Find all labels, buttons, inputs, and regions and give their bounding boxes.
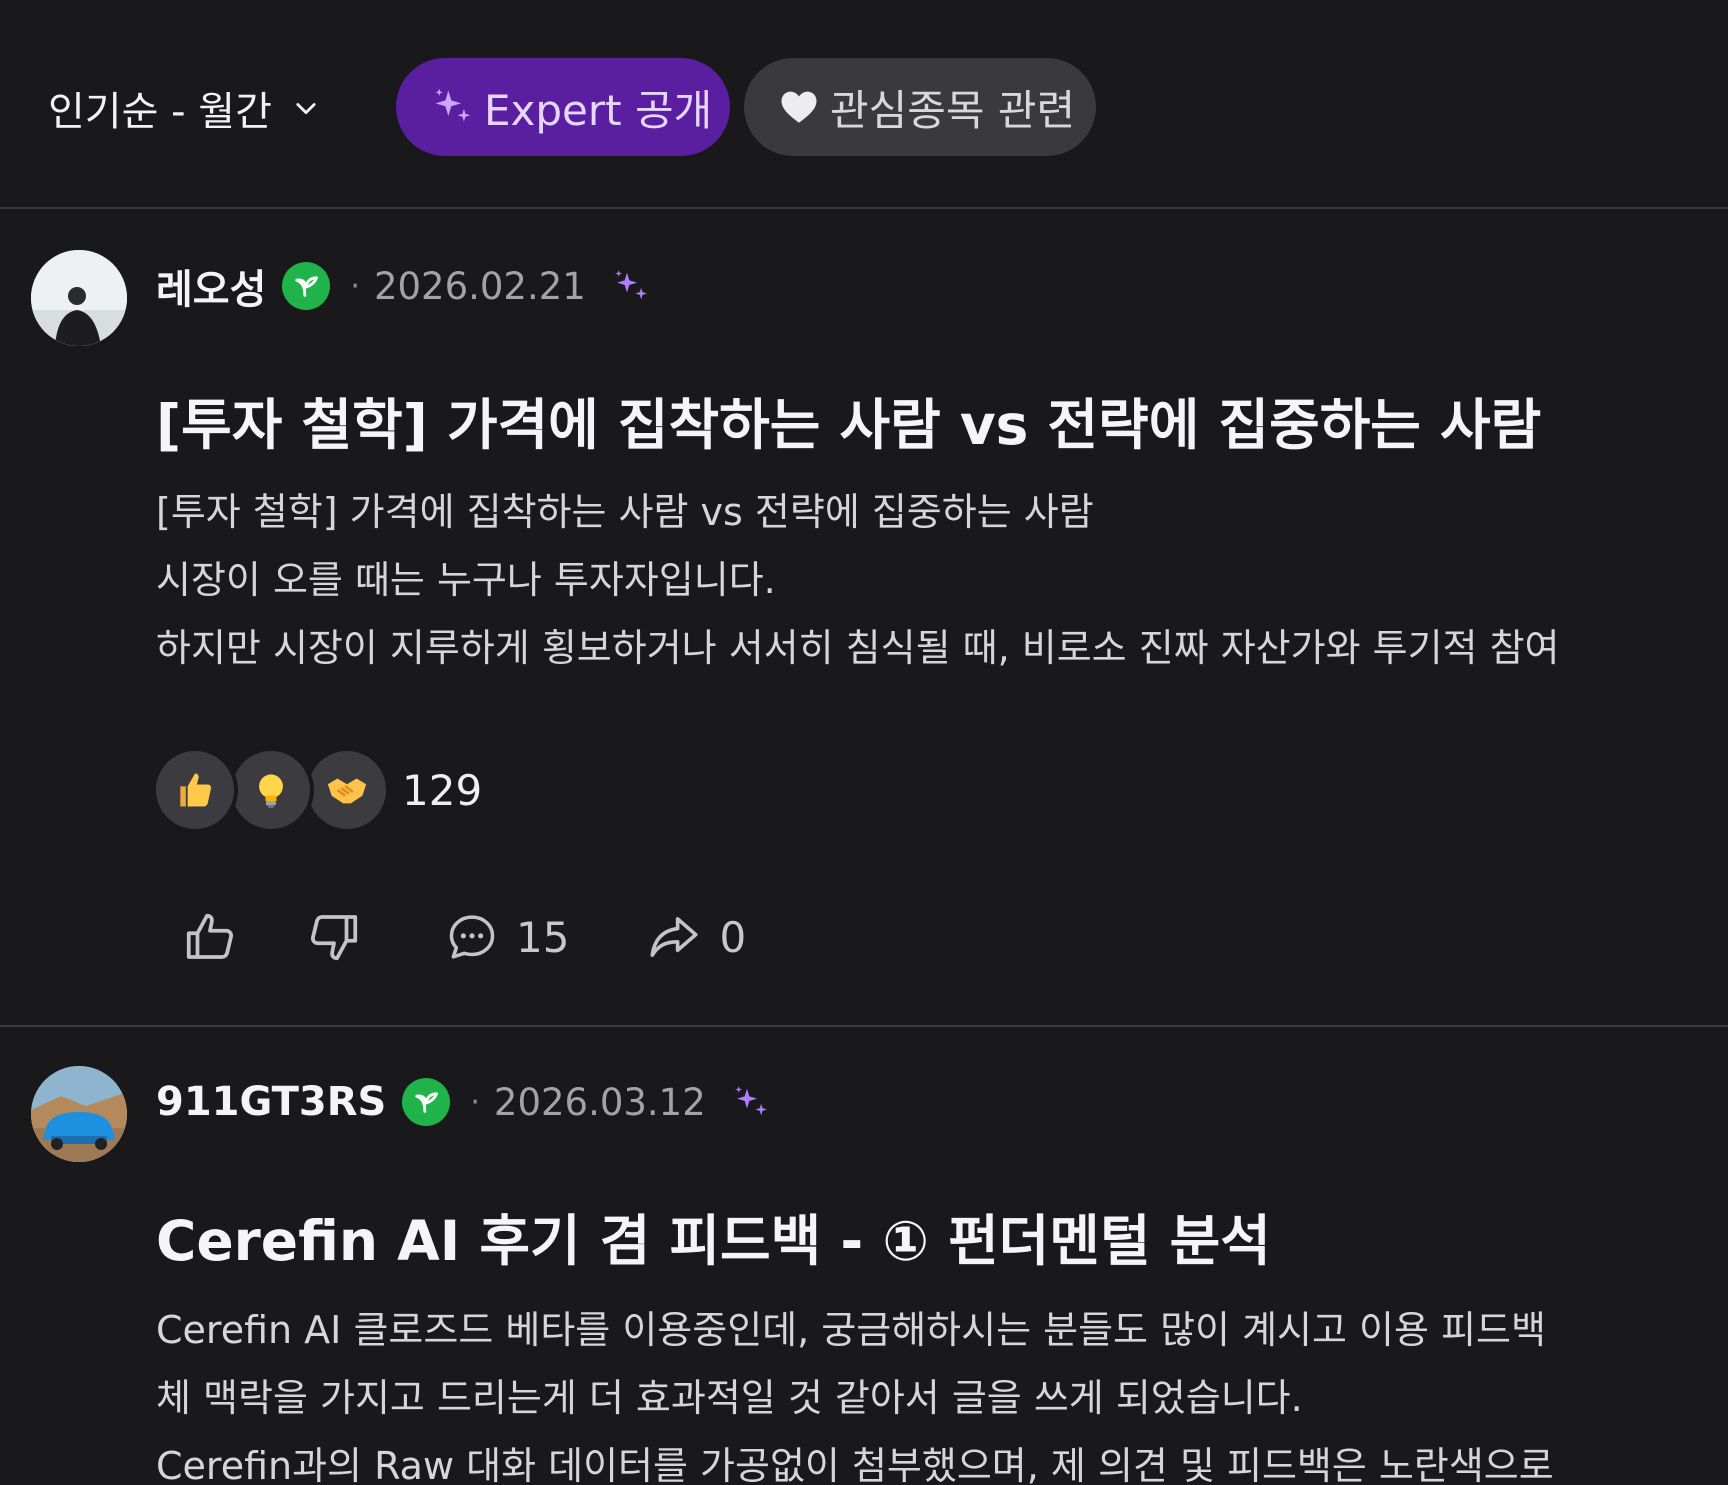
dislike-button[interactable] [304, 907, 364, 967]
post-body[interactable]: Cerefin AI 클로즈드 베타를 이용중인데, 궁금해하시는 분들도 많이… [156, 1296, 1728, 1485]
avatar-photo [31, 1066, 127, 1162]
ai-sparkle-icon [732, 1082, 772, 1122]
light-bulb-reaction-icon [228, 747, 314, 833]
post-body-line: Cerefin과의 Raw 대화 데이터를 가공없이 첨부했으며, 제 의견 및… [156, 1444, 1554, 1485]
post-body-line: Cerefin AI 클로즈드 베타를 이용중인데, 궁금해하시는 분들도 많이… [156, 1308, 1546, 1352]
post-title[interactable]: Cerefin AI 후기 겸 피드백 - ① 펀더멘털 분석 [156, 1196, 1271, 1276]
avatar[interactable] [31, 1066, 127, 1162]
post-card: 911GT3RS · 2026.03.12 Cerefin AI 후기 겸 피드… [0, 1028, 1728, 1485]
avatar-photo [31, 250, 127, 346]
author-name[interactable]: 레오성 [156, 257, 266, 315]
post-body-line: 시장이 오를 때는 누구나 투자자입니다. [156, 558, 776, 602]
sprout-icon [282, 262, 331, 310]
chevron-down-icon [296, 103, 316, 115]
filter-bar: 인기순 - 월간 Expert 공개 관심종목 관련 [0, 0, 1728, 208]
post-body-line: 체 맥락을 가지고 드리는게 더 효과적일 것 같아서 글을 쓰게 되었습니다. [156, 1376, 1303, 1420]
thumbs-up-icon [186, 913, 234, 959]
like-button[interactable] [180, 907, 240, 967]
thumbs-up-reaction-icon [152, 747, 238, 833]
thumbs-down-icon [310, 915, 358, 961]
divider [0, 1025, 1728, 1027]
sprout-icon [402, 1078, 451, 1126]
separator-dot: · [350, 268, 360, 304]
post-meta: 레오성 · 2026.02.21 [156, 258, 652, 314]
separator-dot: · [470, 1084, 480, 1120]
post-body[interactable]: [투자 철학] 가격에 집착하는 사람 vs 전략에 집중하는 사람 시장이 오… [156, 478, 1728, 682]
post-body-line: [투자 철학] 가격에 집착하는 사람 vs 전략에 집중하는 사람 [156, 490, 1094, 534]
ai-sparkle-icon [612, 266, 652, 306]
avatar[interactable] [31, 250, 127, 346]
divider [0, 207, 1728, 209]
comment-bubble-icon [449, 915, 495, 959]
author-name[interactable]: 911GT3RS [156, 1079, 386, 1125]
post-date: 2026.02.21 [373, 264, 586, 308]
post-body-line: 하지만 시장이 지루하게 횡보하거나 서서히 침식될 때, 비로소 진짜 자산가… [156, 626, 1560, 670]
expert-chip-label: Expert 공개 [484, 85, 713, 135]
comment-button[interactable]: 15 [444, 909, 569, 965]
watchlist-chip-label: 관심종목 관련 [830, 85, 1076, 135]
reaction-summary[interactable]: 129 [152, 747, 483, 833]
comment-count: 15 [516, 912, 570, 962]
post-actions: 15 0 [180, 905, 746, 969]
watchlist-filter-chip[interactable]: 관심종목 관련 [744, 58, 1096, 156]
share-button[interactable]: 0 [645, 908, 746, 966]
post-date: 2026.03.12 [493, 1080, 706, 1124]
post-title[interactable]: [투자 철학] 가격에 집착하는 사람 vs 전략에 집중하는 사람 [156, 380, 1541, 460]
sparkle-icon [435, 88, 471, 122]
sort-dropdown[interactable]: 인기순 - 월간 [48, 80, 320, 136]
share-count: 0 [719, 912, 747, 962]
expert-filter-chip[interactable]: Expert 공개 [396, 58, 730, 156]
reaction-count: 129 [402, 765, 483, 815]
share-arrow-icon [650, 917, 699, 957]
handshake-reaction-icon [304, 747, 390, 833]
post-meta: 911GT3RS · 2026.03.12 [156, 1074, 772, 1130]
post-card: 레오성 · 2026.02.21 [투자 철학] 가격에 집착하는 사람 vs … [0, 210, 1728, 1026]
heart-icon [781, 91, 817, 123]
sort-label: 인기순 - 월간 [48, 89, 272, 135]
community-feed: 인기순 - 월간 Expert 공개 관심종목 관련 레오성 · 2026.02… [0, 0, 1728, 1485]
